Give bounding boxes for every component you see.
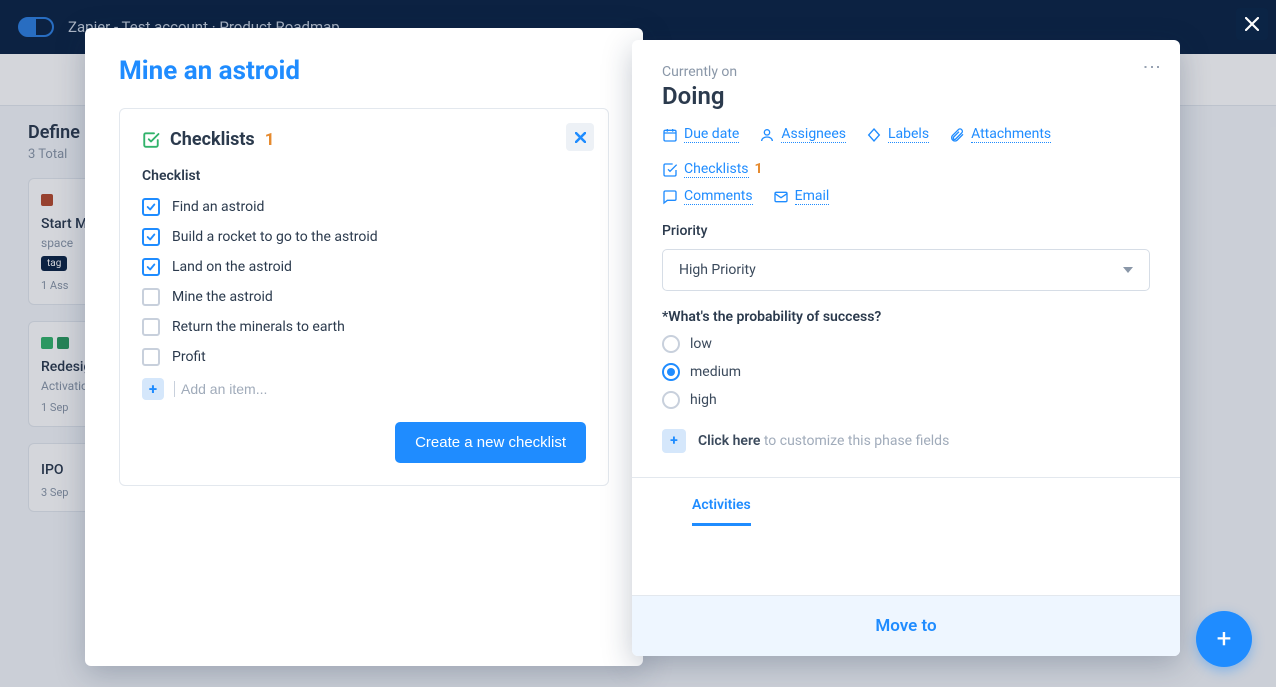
checklist-checkbox[interactable]	[142, 258, 160, 276]
checklist-icon	[142, 131, 160, 149]
checklist-panel: Mine an astroid Checklists 1 Checklist F…	[85, 28, 643, 666]
checklist-box: Checklists 1 Checklist Find an astroid Bu…	[119, 108, 609, 486]
email-icon	[773, 189, 789, 205]
checklists-count-badge: 1	[755, 161, 763, 178]
radio-icon	[662, 363, 680, 381]
attachments-link[interactable]: Attachments	[949, 126, 1051, 143]
radio-icon	[662, 335, 680, 353]
activities-tab[interactable]: Activities	[662, 478, 1150, 526]
more-options-button[interactable]: ⋮	[1141, 58, 1162, 78]
add-item-input[interactable]	[174, 381, 474, 397]
radio-icon	[662, 391, 680, 409]
checklist-item-label: Land on the astroid	[172, 259, 292, 275]
priority-label: Priority	[662, 223, 1150, 239]
move-to-button[interactable]: Move to	[632, 595, 1180, 656]
add-item-button[interactable]: +	[142, 378, 164, 400]
close-icon	[1245, 17, 1259, 31]
checklists-link[interactable]: Checklists	[662, 161, 749, 178]
card-details-panel: ⋮ Currently on Doing Due date Assignees …	[632, 40, 1180, 656]
checklist-checkbox[interactable]	[142, 288, 160, 306]
checklist-item: Return the minerals to earth	[142, 318, 586, 336]
checklist-item-label: Mine the astroid	[172, 289, 273, 305]
radio-label: low	[690, 336, 712, 352]
chevron-down-icon	[1123, 267, 1133, 273]
probability-option-low[interactable]: low	[662, 335, 1150, 353]
customize-rest-text: to customize this phase fields	[760, 433, 949, 449]
add-checklist-item: +	[142, 378, 586, 400]
radio-label: high	[690, 392, 717, 408]
phase-name: Doing	[662, 82, 1150, 110]
checklist-header: Checklists 1	[142, 129, 586, 150]
email-link[interactable]: Email	[773, 188, 830, 205]
attachment-icon	[949, 127, 965, 143]
label-icon	[866, 127, 882, 143]
add-field-button[interactable]: +	[662, 429, 686, 453]
checklist-checkbox[interactable]	[142, 348, 160, 366]
fab-add-button[interactable]: +	[1196, 611, 1252, 667]
checklist-checkbox[interactable]	[142, 198, 160, 216]
due-date-link[interactable]: Due date	[662, 126, 739, 143]
checklist-item: Land on the astroid	[142, 258, 586, 276]
probability-label: *What's the probability of success?	[662, 309, 1150, 325]
click-here-text: Click here	[698, 433, 760, 449]
checklist-item-label: Return the minerals to earth	[172, 319, 345, 335]
probability-option-high[interactable]: high	[662, 391, 1150, 409]
probability-radio-group: low medium high	[662, 335, 1150, 409]
checklist-name: Checklist	[142, 168, 586, 184]
user-icon	[759, 127, 775, 143]
currently-on-label: Currently on	[662, 64, 1150, 80]
card-meta-row-2: Comments Email	[662, 188, 1150, 205]
checklist-item: Profit	[142, 348, 586, 366]
checklist-item: Build a rocket to go to the astroid	[142, 228, 586, 246]
create-checklist-button[interactable]: Create a new checklist	[395, 422, 586, 463]
checklist-count: 1	[265, 130, 275, 150]
calendar-icon	[662, 127, 678, 143]
priority-value: High Priority	[679, 262, 756, 278]
checklist-item-label: Find an astroid	[172, 199, 264, 215]
checklist-item-label: Build a rocket to go to the astroid	[172, 229, 378, 245]
comment-icon	[662, 189, 678, 205]
checklist-item-label: Profit	[172, 349, 206, 365]
checklist-icon	[662, 162, 678, 178]
customize-fields-row[interactable]: + Click here to customize this phase fie…	[662, 429, 1150, 453]
radio-label: medium	[690, 364, 741, 380]
card-title: Mine an astroid	[119, 56, 609, 86]
close-icon	[575, 132, 586, 143]
assignees-link[interactable]: Assignees	[759, 126, 846, 143]
priority-select[interactable]: High Priority	[662, 249, 1150, 291]
labels-link[interactable]: Labels	[866, 126, 929, 143]
checklist-checkbox[interactable]	[142, 228, 160, 246]
close-modal-button[interactable]	[1236, 8, 1268, 40]
checklist-title: Checklists	[170, 129, 255, 150]
card-meta-row: Due date Assignees Labels Attachments Ch…	[662, 126, 1150, 178]
probability-option-medium[interactable]: medium	[662, 363, 1150, 381]
checklist-checkbox[interactable]	[142, 318, 160, 336]
checklist-item: Find an astroid	[142, 198, 586, 216]
close-checklist-button[interactable]	[566, 123, 594, 151]
comments-link[interactable]: Comments	[662, 188, 753, 205]
checklist-item: Mine the astroid	[142, 288, 586, 306]
